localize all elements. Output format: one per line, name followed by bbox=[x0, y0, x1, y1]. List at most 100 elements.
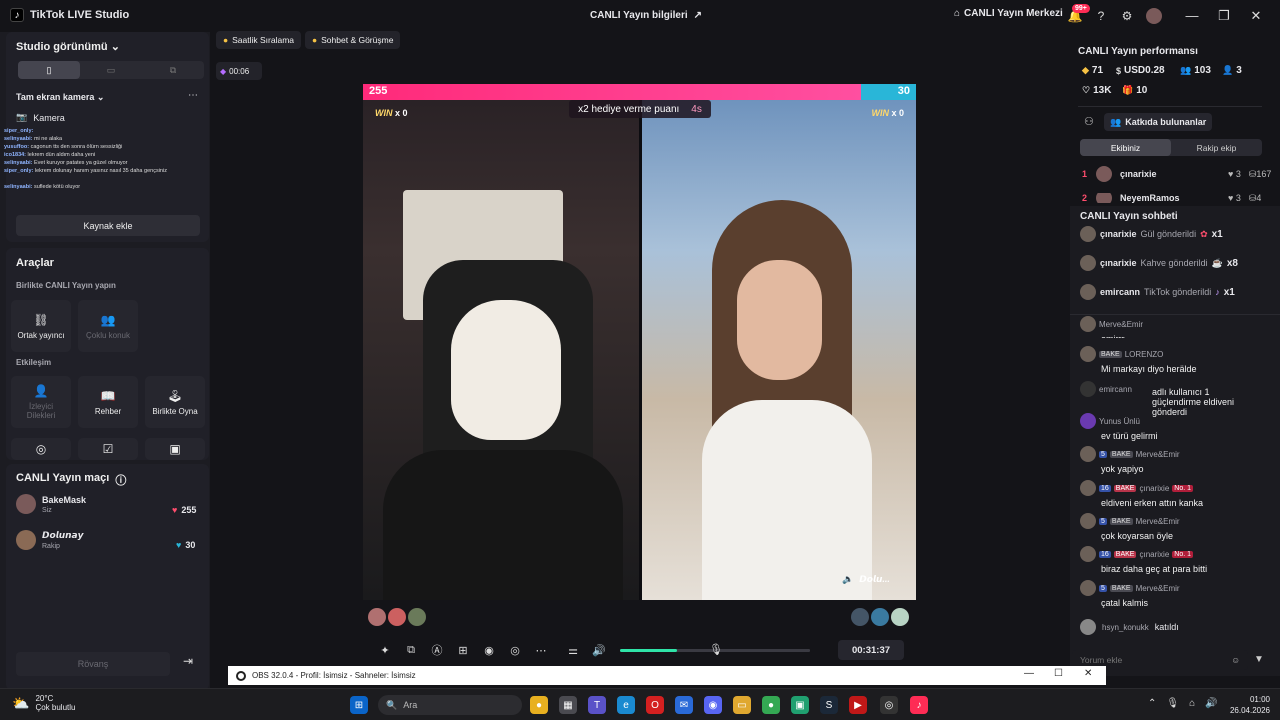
camera-source[interactable]: 📷 Kamera bbox=[16, 112, 65, 123]
record-icon[interactable]: ◉ bbox=[476, 644, 502, 657]
exit-icon[interactable]: ⇥ bbox=[178, 654, 198, 674]
ai-icon[interactable]: Ⓐ bbox=[424, 642, 450, 658]
avatar[interactable] bbox=[408, 608, 426, 626]
hearts-value: 3 bbox=[1235, 193, 1241, 203]
level-badge: 5 bbox=[1099, 517, 1107, 525]
win-label: WIN bbox=[375, 108, 393, 118]
obs-taskbar-icon[interactable]: ◎ bbox=[880, 696, 898, 714]
chat-preview-line: selinyaabi: Evet kuruyor patates ya güze… bbox=[4, 159, 204, 167]
avatar[interactable] bbox=[1146, 8, 1162, 24]
joystick-icon: 🕹 bbox=[167, 388, 183, 403]
opera-icon[interactable]: O bbox=[646, 696, 664, 714]
obs-window-bar[interactable]: OBS 32.0.4 - Profil: İsimsiz - Sahneler:… bbox=[228, 666, 1106, 685]
emoji-icon[interactable]: ☺ bbox=[1231, 655, 1240, 665]
obs-minimize-button[interactable]: — bbox=[1024, 668, 1034, 679]
wish-icon: 👤 bbox=[33, 384, 49, 398]
landscape-option[interactable]: ▭ bbox=[80, 61, 142, 79]
avatar[interactable] bbox=[851, 608, 869, 626]
edge-icon[interactable]: e bbox=[617, 696, 635, 714]
live-info-link[interactable]: CANLI Yayın bilgileri ↗ bbox=[590, 10, 702, 21]
store-icon[interactable]: ▦ bbox=[559, 696, 577, 714]
more-options-icon[interactable]: ⋯ bbox=[188, 90, 198, 101]
chat-call-chip[interactable]: ● Sohbet & Görüşme bbox=[305, 31, 401, 49]
contributors-button[interactable]: 👥 Katkıda bulunanlar bbox=[1104, 113, 1213, 131]
tool-item[interactable]: ☑ bbox=[78, 438, 138, 460]
filter-icon[interactable]: ▼ bbox=[1254, 654, 1264, 665]
cohost-button[interactable]: ⛓ Ortak yayıncı bbox=[11, 300, 71, 352]
microphone-icon[interactable]: 🎙 bbox=[709, 643, 723, 656]
mail-icon[interactable]: ✉ bbox=[675, 696, 693, 714]
gift-count: x8 bbox=[1226, 257, 1238, 269]
close-button[interactable]: ✕ bbox=[1247, 8, 1265, 24]
discord-icon[interactable]: ◉ bbox=[704, 696, 722, 714]
opponent-tag[interactable]: 🔈 𝘿𝙤𝙡𝙪... bbox=[842, 574, 890, 585]
live-center-button[interactable]: ⌂ CANLI Yayın Merkezi bbox=[954, 8, 1063, 19]
speaker-icon[interactable]: 🔊 bbox=[586, 644, 612, 657]
split-option[interactable]: ⧉ bbox=[142, 61, 204, 79]
taskbar-search[interactable]: 🔍 Ara bbox=[378, 695, 522, 715]
performance-title: CANLI Yayın performansı bbox=[1078, 46, 1198, 57]
volume-icon[interactable]: 🔊 bbox=[1205, 698, 1217, 709]
person-settings-icon[interactable]: ⚇ bbox=[1084, 115, 1094, 128]
avatar[interactable] bbox=[871, 608, 889, 626]
fan-tag: BAKE bbox=[1099, 350, 1122, 358]
gift-user: emircann bbox=[1100, 287, 1141, 297]
maximize-button[interactable]: ❐ bbox=[1215, 8, 1233, 24]
contributor-row[interactable]: 1 çınarixie ♥ 3 ⛁167 bbox=[1082, 166, 1271, 182]
studio-view-dropdown[interactable]: Studio görünümü ⌄ bbox=[16, 40, 120, 53]
tiktok-taskbar-icon[interactable]: ♪ bbox=[910, 696, 928, 714]
guide-button[interactable]: 📖 Rehber bbox=[78, 376, 138, 428]
network-icon[interactable]: ⌂ bbox=[1189, 698, 1195, 709]
gear-icon[interactable]: ⚙ bbox=[1118, 7, 1136, 25]
avatar[interactable] bbox=[368, 608, 386, 626]
link-icon: ⛓ bbox=[33, 312, 49, 327]
camera-mode-dropdown[interactable]: Tam ekran kamera ⌄ bbox=[16, 92, 104, 103]
mixer-icon[interactable]: ⚌ bbox=[560, 644, 586, 657]
diamond-icon: ◆ bbox=[1082, 65, 1089, 75]
avatar[interactable] bbox=[388, 608, 406, 626]
chat-message: 5 BAKE Merve&Emir çok koyarsan öyle bbox=[1080, 513, 1260, 541]
teams-icon[interactable]: T bbox=[588, 696, 606, 714]
avatar bbox=[1080, 226, 1096, 242]
portrait-option[interactable]: ▯ bbox=[18, 61, 80, 79]
multi-guest-button[interactable]: 👥 Çoklu konuk bbox=[78, 300, 138, 352]
rematch-button[interactable]: Rövanş bbox=[16, 652, 170, 676]
hourly-ranking-chip[interactable]: ● Saatlik Sıralama bbox=[216, 31, 302, 49]
chrome-alt-icon[interactable]: ● bbox=[762, 696, 780, 714]
dollar-icon: $ bbox=[1116, 65, 1122, 76]
taskbar-clock[interactable]: 01:00 26.04.2026 bbox=[1226, 694, 1270, 716]
chevron-up-icon[interactable]: ⌃ bbox=[1148, 698, 1156, 709]
tab-rival[interactable]: Rakip ekip bbox=[1171, 139, 1262, 156]
obs-close-button[interactable]: ✕ bbox=[1084, 668, 1092, 679]
avatar[interactable] bbox=[891, 608, 909, 626]
app-icon[interactable]: ▣ bbox=[791, 696, 809, 714]
play-together-button[interactable]: 🕹 Birlikte Oyna bbox=[145, 376, 205, 428]
mic-level-slider[interactable] bbox=[730, 649, 810, 652]
magic-wand-icon[interactable]: ✦ bbox=[372, 644, 398, 657]
chrome-icon[interactable]: ● bbox=[530, 696, 548, 714]
microphone-tray-icon[interactable]: 🎙 bbox=[1166, 698, 1179, 709]
obs-maximize-button[interactable]: ☐ bbox=[1054, 668, 1063, 679]
minimize-button[interactable]: — bbox=[1183, 8, 1201, 23]
folder-icon[interactable]: ▭ bbox=[733, 696, 751, 714]
contributor-row[interactable]: 2 NeyemRamos ♥ 3 ⛁4 bbox=[1082, 193, 1261, 203]
steam-icon[interactable]: S bbox=[820, 696, 838, 714]
heart-icon: ♥ bbox=[176, 540, 182, 550]
tab-team[interactable]: Ekibiniz bbox=[1080, 139, 1171, 156]
tool-item[interactable]: ◎ bbox=[11, 438, 71, 460]
sticker-icon[interactable]: ⊞ bbox=[450, 644, 476, 657]
stabilize-icon[interactable]: ◎ bbox=[502, 644, 528, 657]
weather-widget[interactable]: ⛅ 20°C Çok bulutlu bbox=[12, 694, 75, 712]
gift-user: çınarixie bbox=[1100, 258, 1137, 268]
avatar bbox=[1080, 580, 1096, 596]
users-icon: 👥 bbox=[100, 312, 116, 327]
effects-icon[interactable]: ⧉ bbox=[398, 644, 424, 657]
help-icon[interactable]: ? bbox=[1092, 7, 1110, 25]
windows-start-icon[interactable]: ⊞ bbox=[350, 696, 368, 714]
info-icon[interactable]: ⓘ bbox=[115, 472, 126, 488]
more-icon[interactable]: ⋯ bbox=[528, 644, 554, 657]
viewer-wishes-button[interactable]: 👤 İzleyici Dilekleri bbox=[11, 376, 71, 428]
add-source-button[interactable]: Kaynak ekle bbox=[16, 215, 200, 236]
youtube-icon[interactable]: ▶ bbox=[849, 696, 867, 714]
tool-item[interactable]: ▣ bbox=[145, 438, 205, 460]
